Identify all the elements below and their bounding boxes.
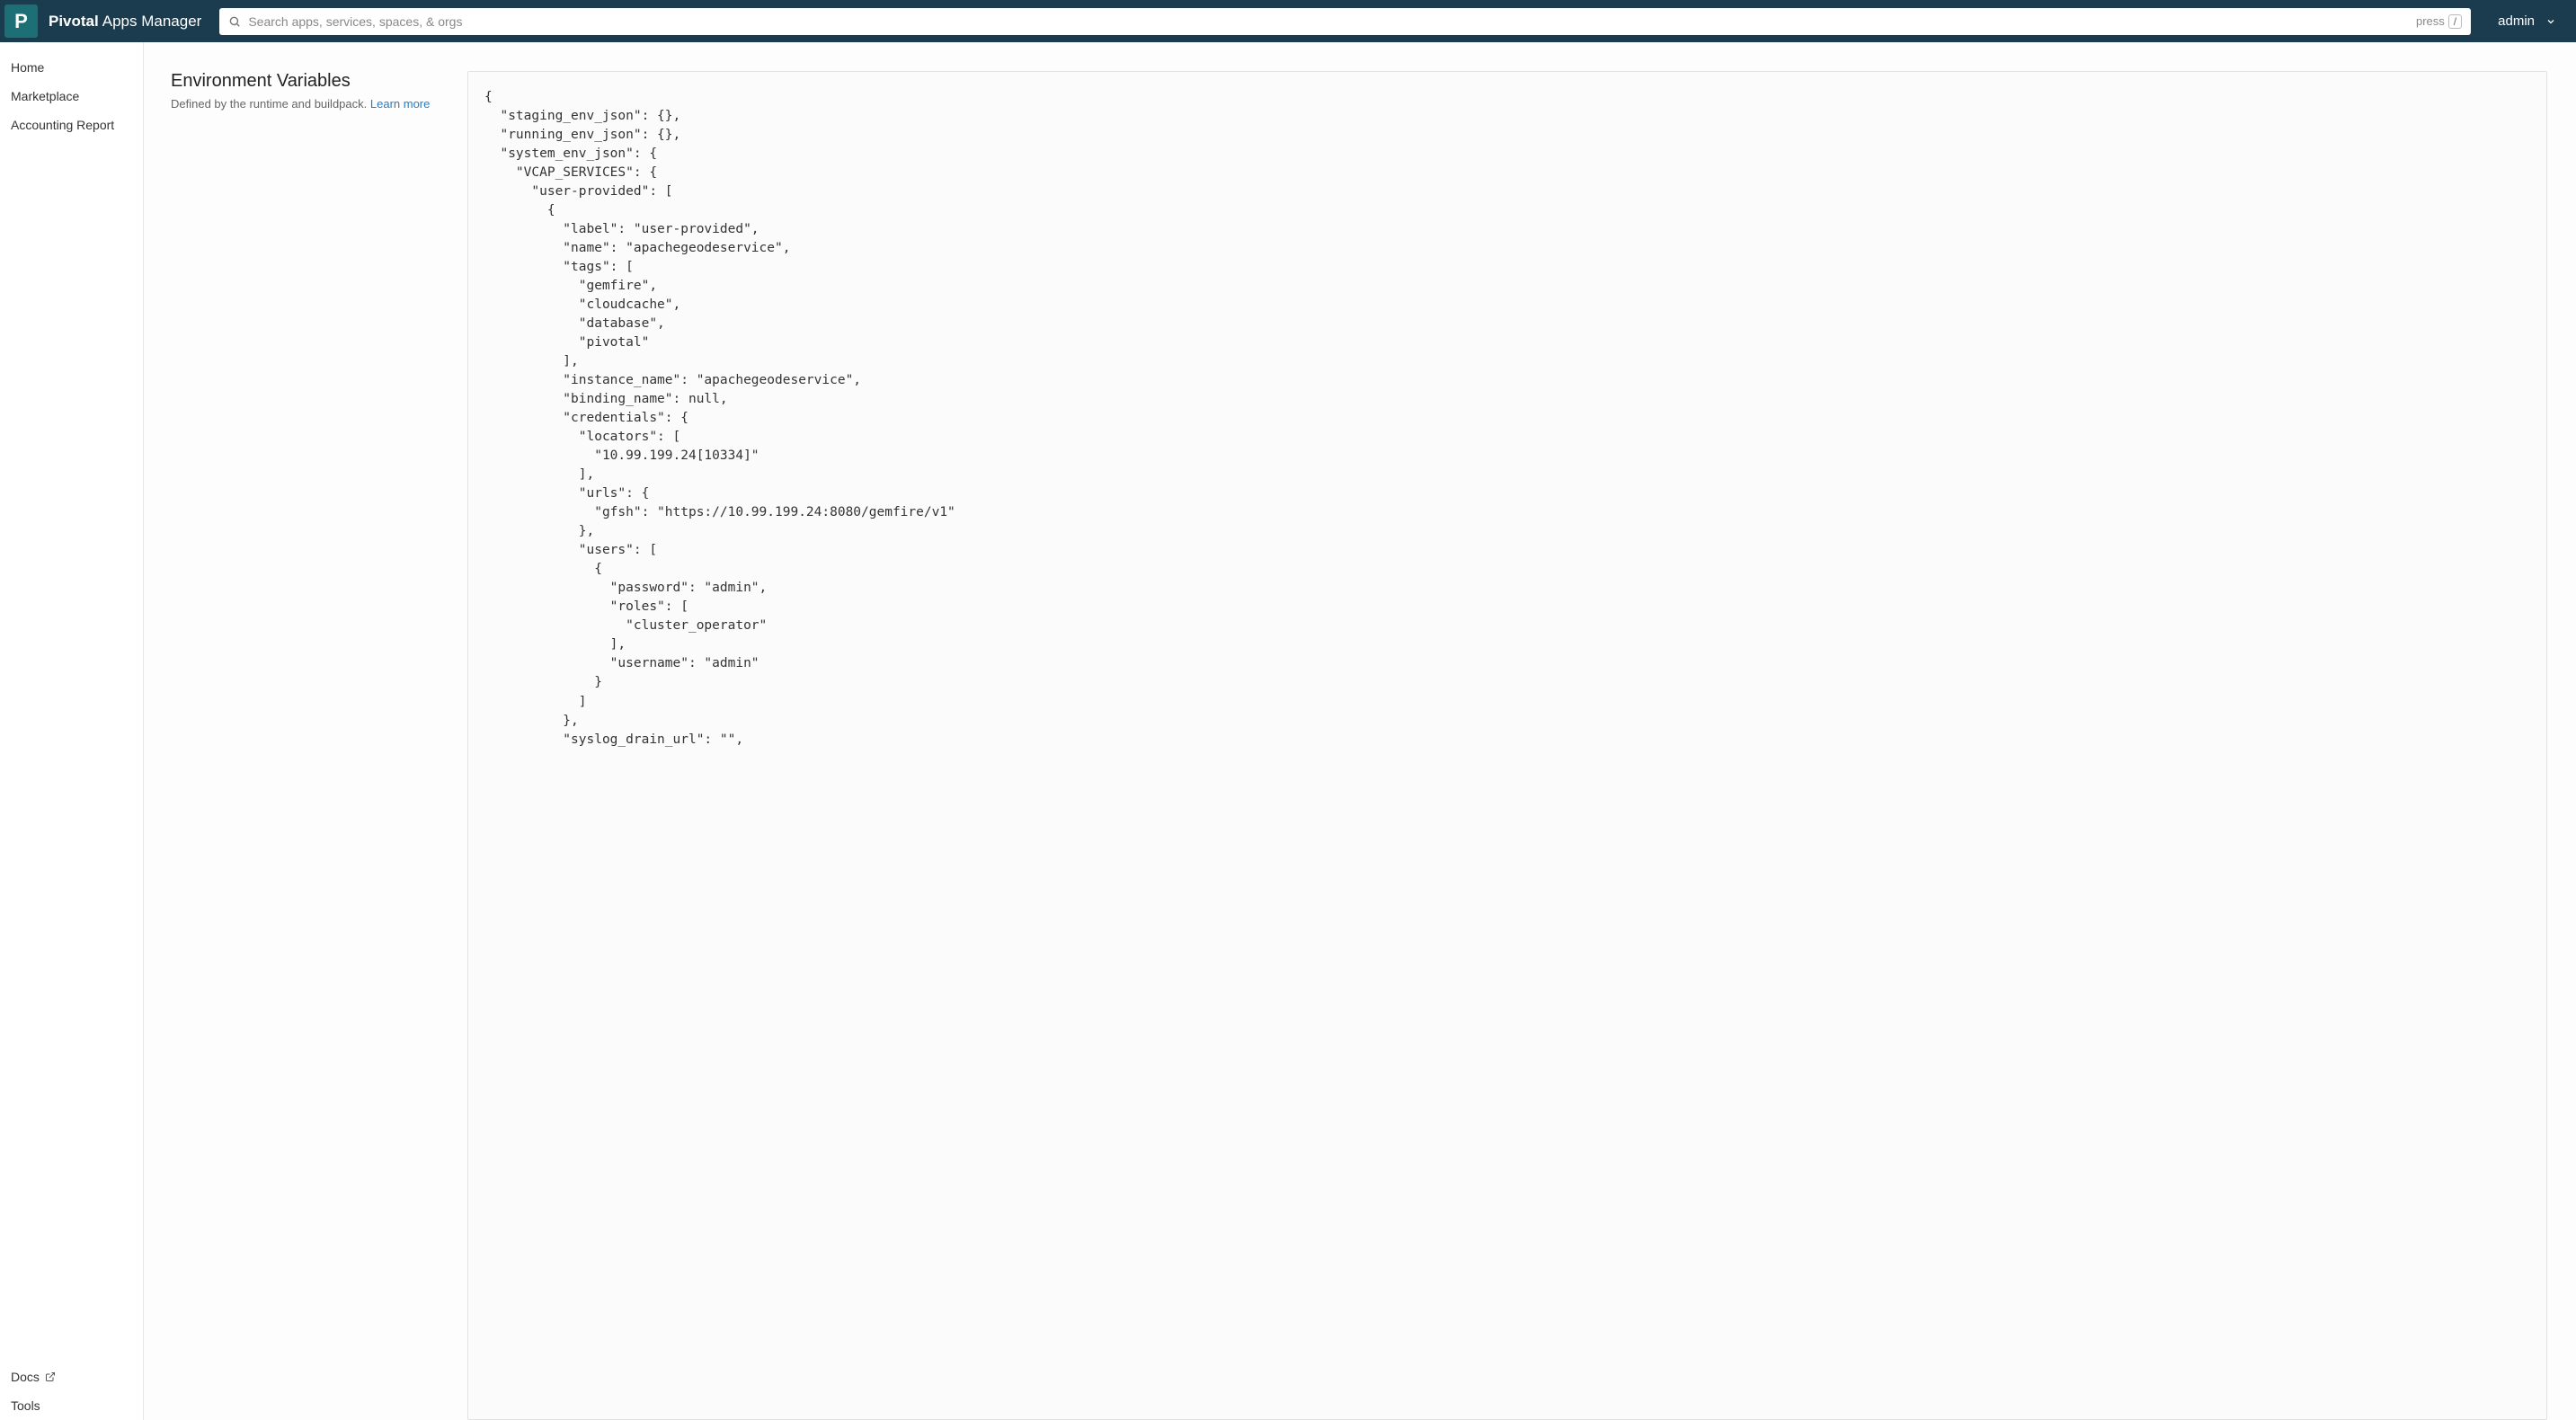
sidebar-item-label: Home bbox=[11, 60, 44, 75]
brand-light: Apps Manager bbox=[102, 13, 202, 31]
press-key: / bbox=[2448, 14, 2462, 29]
external-link-icon bbox=[45, 1371, 56, 1382]
sidebar-item-marketplace[interactable]: Marketplace bbox=[0, 82, 143, 111]
main-content: Environment Variables Defined by the run… bbox=[144, 42, 2576, 1420]
sidebar-spacer bbox=[0, 139, 143, 1362]
chevron-down-icon bbox=[2545, 16, 2556, 27]
search-bar[interactable]: press / bbox=[219, 8, 2471, 35]
layout: Home Marketplace Accounting Report Docs … bbox=[0, 42, 2576, 1420]
sidebar-item-tools[interactable]: Tools bbox=[0, 1391, 143, 1420]
sidebar: Home Marketplace Accounting Report Docs … bbox=[0, 42, 144, 1420]
section-title: Environment Variables bbox=[171, 71, 448, 92]
section-subtitle: Defined by the runtime and buildpack. Le… bbox=[171, 97, 448, 111]
sidebar-item-label: Accounting Report bbox=[11, 118, 114, 132]
section-header: Environment Variables Defined by the run… bbox=[171, 71, 448, 1420]
learn-more-link[interactable]: Learn more bbox=[370, 97, 430, 111]
search-shortcut-hint: press / bbox=[2416, 14, 2462, 29]
search-icon bbox=[228, 15, 241, 28]
logo[interactable]: P bbox=[4, 4, 38, 38]
sidebar-item-home[interactable]: Home bbox=[0, 53, 143, 82]
env-json-panel[interactable]: { "staging_env_json": {}, "running_env_j… bbox=[467, 71, 2547, 1420]
sidebar-item-label: Marketplace bbox=[11, 89, 79, 103]
user-menu[interactable]: admin bbox=[2482, 13, 2572, 29]
sidebar-item-accounting-report[interactable]: Accounting Report bbox=[0, 111, 143, 139]
search-input[interactable] bbox=[248, 14, 2416, 29]
brand: Pivotal Apps Manager bbox=[49, 13, 201, 31]
press-label: press bbox=[2416, 14, 2445, 28]
sidebar-item-label: Tools bbox=[11, 1398, 40, 1413]
sidebar-item-docs[interactable]: Docs bbox=[0, 1362, 143, 1391]
sidebar-item-label: Docs bbox=[11, 1370, 40, 1384]
top-header: P Pivotal Apps Manager press / admin bbox=[0, 0, 2576, 42]
brand-bold: Pivotal bbox=[49, 13, 99, 31]
logo-letter: P bbox=[14, 10, 28, 33]
user-label: admin bbox=[2498, 13, 2535, 29]
subtitle-text: Defined by the runtime and buildpack. bbox=[171, 97, 367, 111]
